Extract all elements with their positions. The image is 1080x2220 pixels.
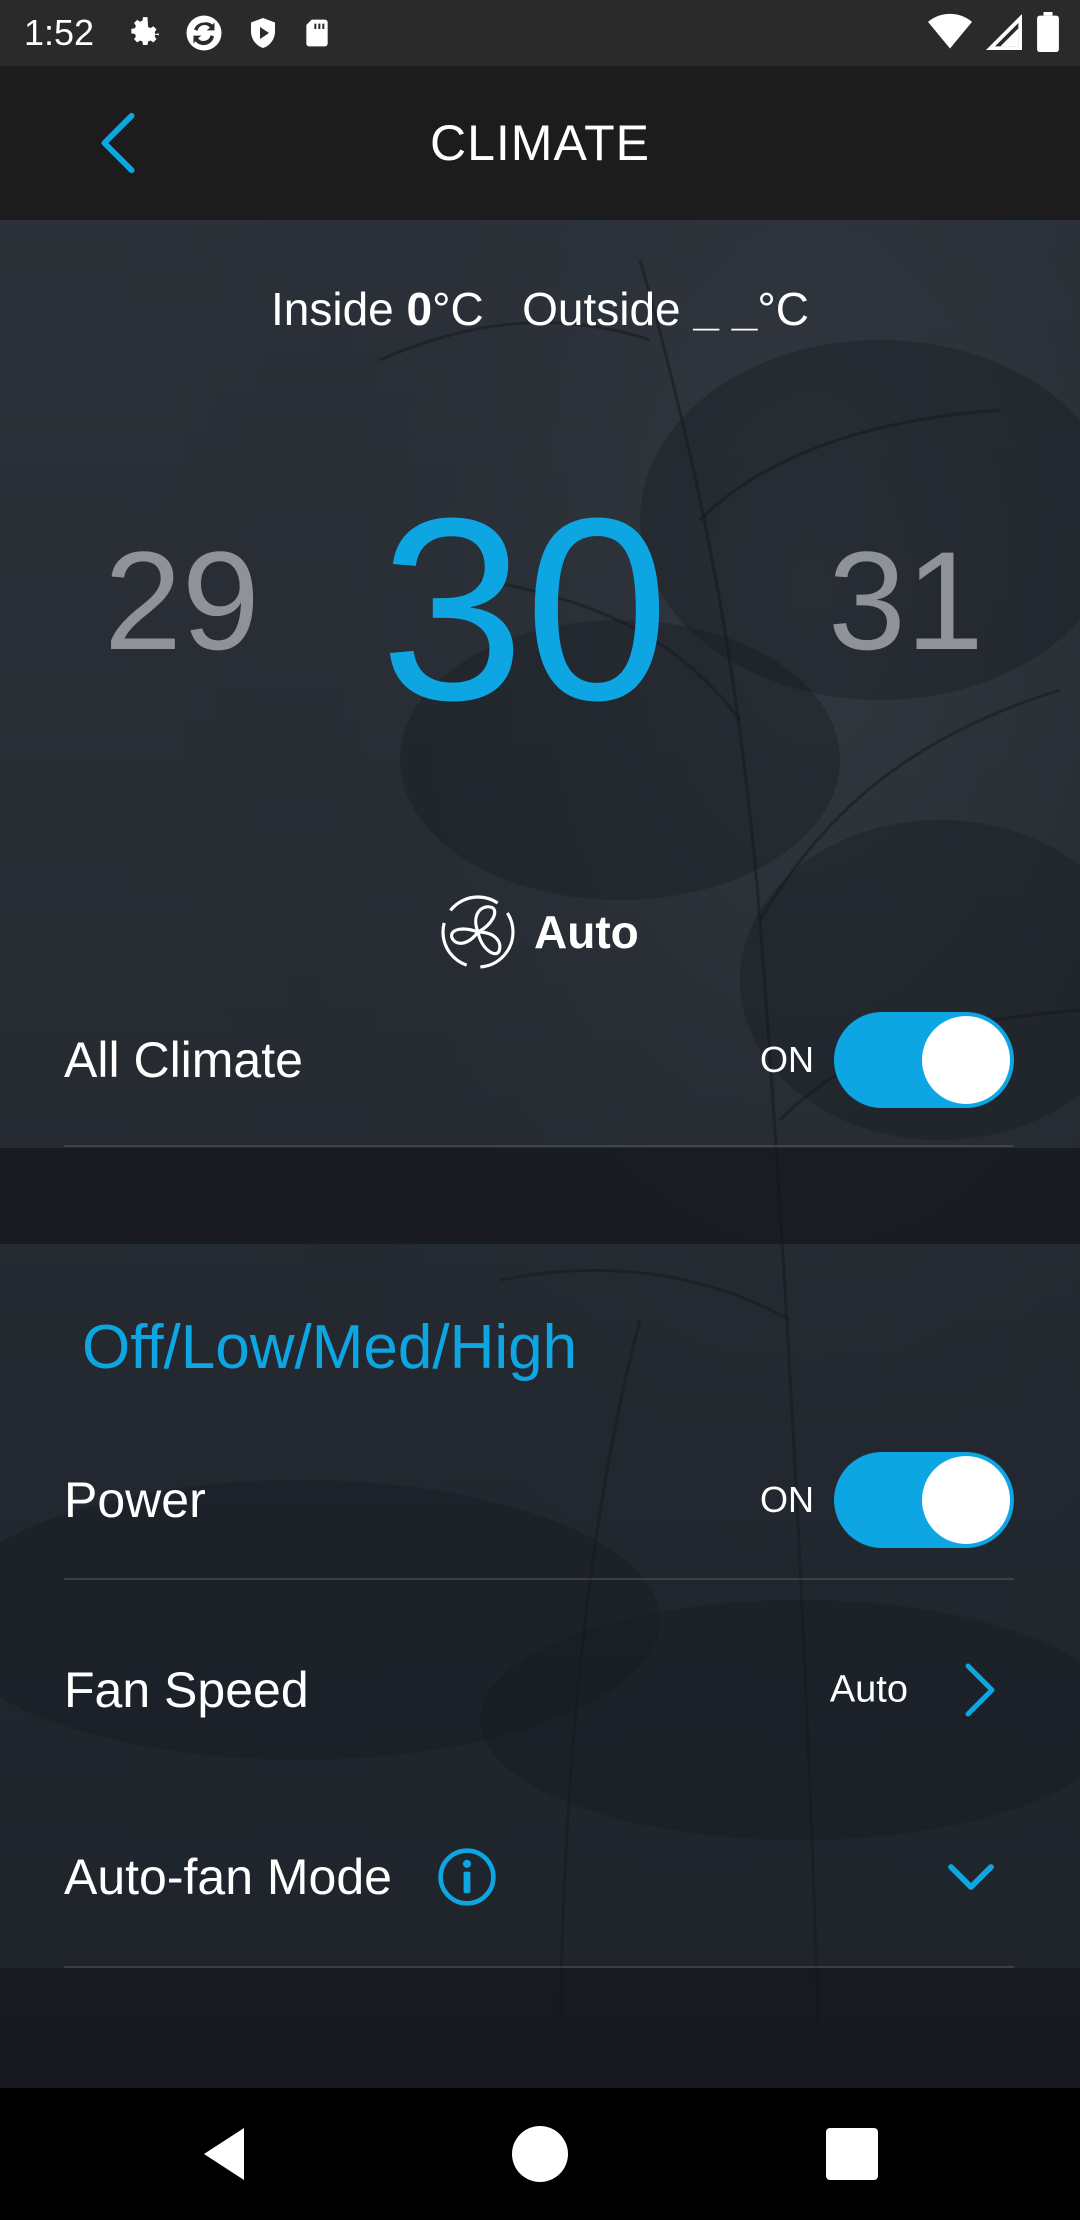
- fan-speed-value: Auto: [829, 1668, 908, 1711]
- fan-icon: [441, 895, 515, 969]
- auto-fan-mode-label: Auto-fan Mode: [64, 1849, 392, 1905]
- power-row: Power ON: [64, 1440, 1014, 1560]
- temperature-readout: Inside 0°C Outside _ _°C: [0, 282, 1080, 336]
- temperature-dial[interactable]: 29 30 31: [0, 480, 1080, 740]
- section-gap: [0, 1148, 1080, 1244]
- power-label: Power: [64, 1472, 206, 1528]
- nav-back-icon[interactable]: [196, 2124, 256, 2184]
- app-header: CLIMATE: [0, 66, 1080, 220]
- settings-icon: [131, 17, 159, 46]
- auto-fan-mode-row[interactable]: Auto-fan Mode: [64, 1817, 1014, 1937]
- toggle-knob: [922, 1456, 1010, 1544]
- sd-card-icon: [306, 19, 328, 47]
- status-bar: 1:52: [0, 0, 1080, 66]
- fan-mode-label: Auto: [534, 906, 639, 958]
- chevron-down-icon[interactable]: [946, 1857, 996, 1897]
- temperature-previous[interactable]: 29: [104, 520, 260, 682]
- outside-unit: °C: [757, 283, 809, 335]
- chevron-right-icon[interactable]: [960, 1660, 1000, 1720]
- sync-icon: [186, 15, 222, 51]
- info-icon[interactable]: [436, 1846, 498, 1908]
- nav-home-icon[interactable]: [510, 2124, 570, 2184]
- climate-panel: Inside 0°C Outside _ _°C 29 30 31 Auto A…: [0, 220, 1080, 2088]
- bottom-band: [0, 1968, 1080, 2088]
- status-time: 1:52: [24, 12, 95, 53]
- fan-speed-label: Fan Speed: [64, 1662, 309, 1718]
- all-climate-toggle[interactable]: [834, 1012, 1014, 1108]
- system-nav-bar: [0, 2088, 1080, 2220]
- wifi-icon: [928, 13, 972, 49]
- section-title: Off/Low/Med/High: [82, 1312, 577, 1383]
- toggle-knob: [922, 1016, 1010, 1104]
- fan-speed-row[interactable]: Fan Speed Auto: [64, 1630, 1014, 1750]
- shield-icon: [251, 18, 275, 48]
- inside-value: 0: [406, 283, 433, 335]
- all-climate-label: All Climate: [64, 1032, 303, 1088]
- inside-label: Inside: [271, 283, 394, 335]
- nav-recents-icon[interactable]: [822, 2124, 882, 2184]
- battery-icon: [1037, 12, 1059, 52]
- power-state: ON: [760, 1479, 814, 1520]
- power-toggle[interactable]: [834, 1452, 1014, 1548]
- temperature-next[interactable]: 31: [828, 520, 984, 682]
- status-icons-right: [928, 12, 1060, 52]
- divider: [64, 1578, 1014, 1580]
- divider: [64, 1145, 1014, 1147]
- fan-mode-indicator[interactable]: Auto: [436, 890, 639, 974]
- outside-label: Outside: [522, 283, 681, 335]
- status-icons-left: [125, 12, 333, 54]
- section-title-text: Off/Low/Med/High: [82, 1313, 578, 1382]
- page-title: CLIMATE: [430, 115, 650, 171]
- outside-value: _ _: [693, 283, 758, 335]
- inside-unit: °C: [432, 283, 484, 335]
- all-climate-row: All Climate ON: [64, 1000, 1014, 1120]
- signal-icon: [986, 14, 1022, 50]
- all-climate-state: ON: [760, 1039, 814, 1080]
- temperature-current[interactable]: 30: [380, 480, 669, 740]
